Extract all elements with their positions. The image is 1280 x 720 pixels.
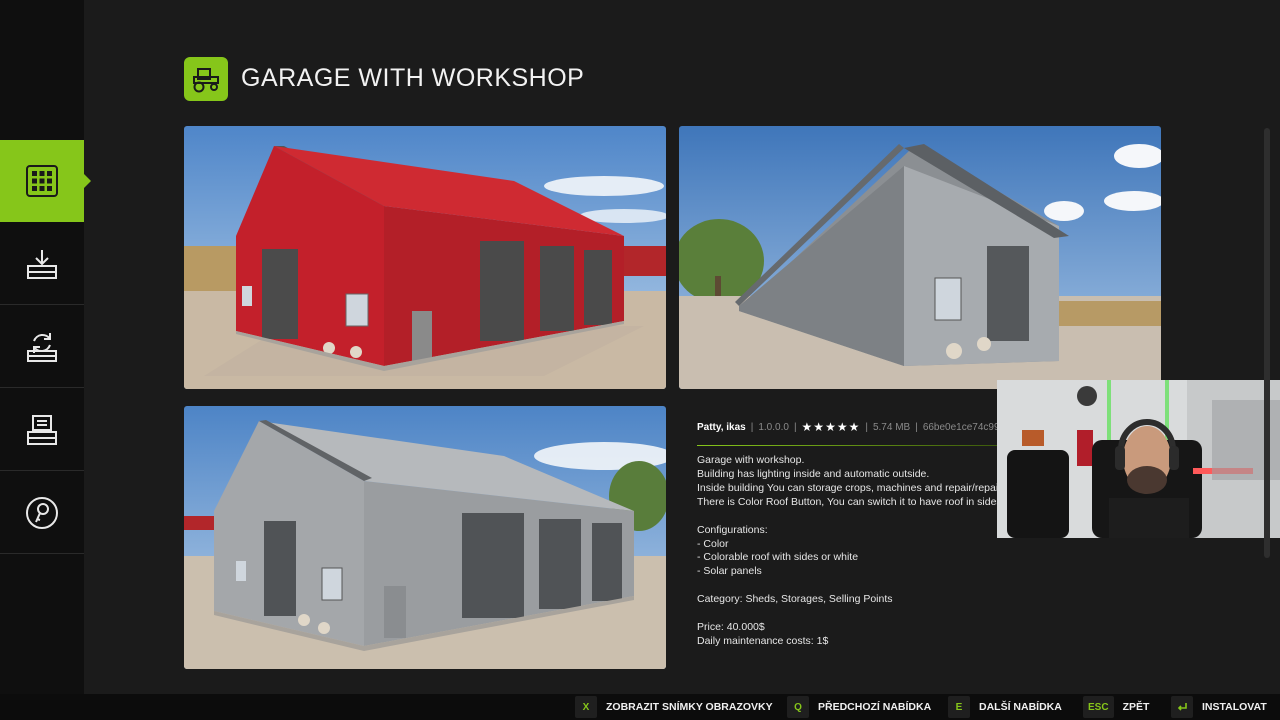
scrollbar[interactable] bbox=[1264, 128, 1270, 558]
install-button[interactable]: INSTALOVAT bbox=[1171, 694, 1267, 720]
description-line: Building has lighting inside and automat… bbox=[697, 467, 930, 480]
sidebar-item-browse[interactable] bbox=[0, 140, 91, 222]
description-line: Garage with workshop. bbox=[697, 454, 805, 466]
previous-menu-button[interactable]: Q PŘEDCHOZÍ NABÍDKA bbox=[787, 694, 931, 720]
back-button[interactable]: ESC ZPĚT bbox=[1083, 694, 1149, 720]
back-label: ZPĚT bbox=[1122, 701, 1150, 713]
sidebar-item-update[interactable] bbox=[0, 306, 84, 388]
key-icon bbox=[26, 496, 58, 529]
meta-divider bbox=[697, 445, 997, 446]
description-line: Inside building You can storage crops, m… bbox=[697, 481, 997, 494]
install-label: INSTALOVAT bbox=[1202, 701, 1267, 713]
configuration-item: - Solar panels bbox=[697, 565, 762, 578]
configuration-item: - Colorable roof with sides or white bbox=[697, 551, 859, 564]
meta-separator: | bbox=[865, 421, 868, 433]
enter-icon bbox=[1171, 696, 1193, 718]
mod-author: Patty, ikas bbox=[697, 421, 746, 433]
grid-icon bbox=[26, 165, 58, 197]
configuration-item: - Color bbox=[697, 537, 729, 550]
screenshot-grey-garage-front[interactable] bbox=[184, 406, 666, 669]
webcam-overlay bbox=[997, 380, 1280, 538]
sidebar-item-download[interactable] bbox=[0, 223, 84, 305]
show-screenshots-label: ZOBRAZIT SNÍMKY OBRAZOVKY bbox=[606, 701, 773, 713]
rating-stars: ★★★★★ bbox=[801, 420, 861, 434]
key-hint: X bbox=[575, 696, 597, 718]
meta-separator: | bbox=[750, 421, 754, 433]
mod-category: Category: Sheds, Storages, Selling Point… bbox=[697, 593, 893, 606]
mod-meta: Patty, ikas | 1.0.0.0 | ★★★★★ | 5.74 MB … bbox=[697, 420, 1005, 434]
key-hint: ESC bbox=[1083, 696, 1114, 718]
description-line: There is Color Roof Button, You can swit… bbox=[697, 495, 997, 508]
previous-menu-label: PŘEDCHOZÍ NABÍDKA bbox=[818, 701, 932, 713]
installed-mods-icon bbox=[27, 414, 57, 445]
screenshot-grey-garage-side[interactable] bbox=[679, 126, 1161, 389]
download-icon bbox=[27, 249, 57, 279]
sidebar-item-installed[interactable] bbox=[0, 389, 84, 471]
update-icon bbox=[27, 332, 57, 362]
sidebar-item-keys[interactable] bbox=[0, 472, 84, 554]
mod-price: Price: 40.000$ bbox=[697, 621, 765, 634]
mod-description: Garage with workshop. Building has light… bbox=[697, 454, 997, 649]
show-screenshots-button[interactable]: X ZOBRAZIT SNÍMKY OBRAZOVKY bbox=[575, 694, 773, 720]
configurations-title: Configurations: bbox=[697, 523, 768, 536]
next-menu-label: DALŠÍ NABÍDKA bbox=[979, 701, 1062, 713]
tractor-icon bbox=[193, 68, 219, 93]
tractor-icon-badge bbox=[184, 57, 228, 101]
next-menu-button[interactable]: E DALŠÍ NABÍDKA bbox=[948, 694, 1062, 720]
key-hint: E bbox=[948, 696, 970, 718]
footer-bar: X ZOBRAZIT SNÍMKY OBRAZOVKY Q PŘEDCHOZÍ … bbox=[0, 694, 1280, 720]
screenshot-red-garage[interactable] bbox=[184, 126, 666, 389]
mod-version: 1.0.0.0 bbox=[758, 421, 789, 433]
mod-size: 5.74 MB bbox=[872, 421, 911, 433]
meta-separator: | bbox=[915, 421, 918, 433]
sidebar bbox=[0, 0, 91, 694]
meta-separator: | bbox=[793, 421, 797, 433]
key-hint: Q bbox=[787, 696, 809, 718]
mod-maintenance: Daily maintenance costs: 1$ bbox=[697, 635, 829, 648]
page-title: GARAGE WITH WORKSHOP bbox=[241, 64, 585, 92]
mod-hash: 66be0e1ce74c996 bbox=[922, 421, 1006, 433]
